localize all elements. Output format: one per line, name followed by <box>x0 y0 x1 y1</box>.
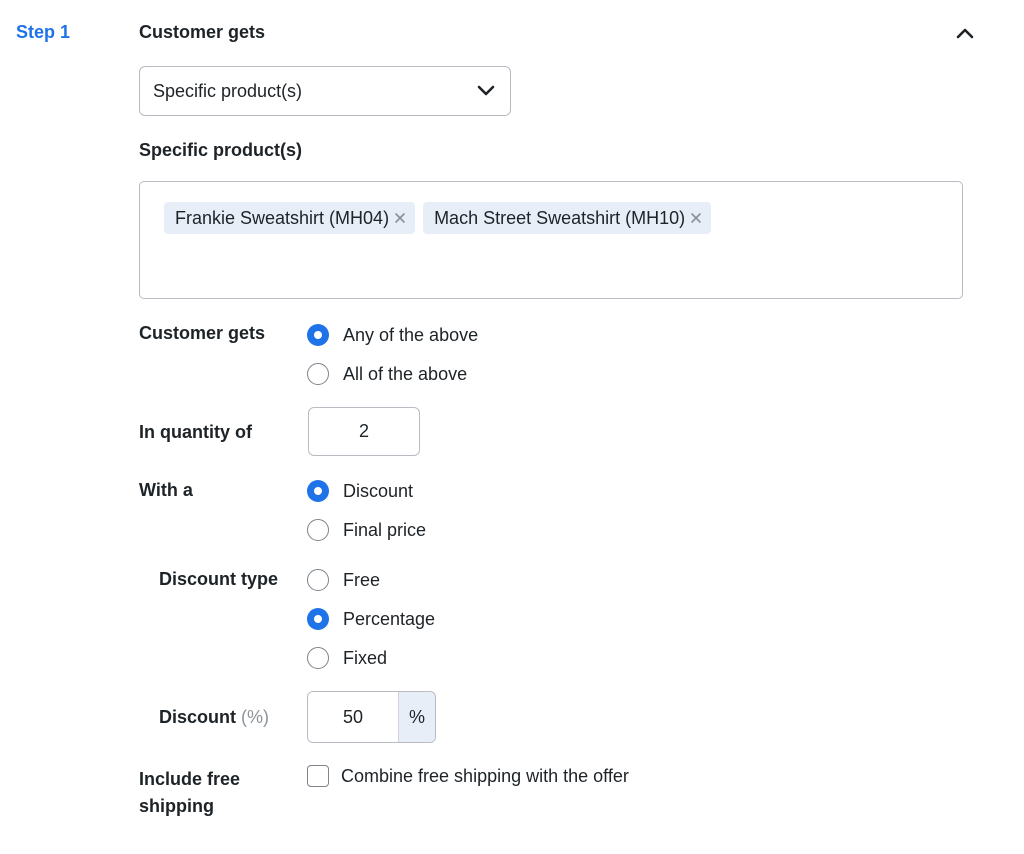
discount-input-group: % <box>307 691 436 743</box>
remove-token-icon[interactable] <box>393 211 407 225</box>
discount-unit-hint: (%) <box>241 707 270 727</box>
free-shipping-label-line2: shipping <box>139 796 214 816</box>
percent-suffix: % <box>398 692 435 742</box>
radio-label: Percentage <box>343 608 436 629</box>
chevron-down-icon <box>477 85 495 96</box>
product-token-label: Frankie Sweatshirt (MH04) <box>175 207 390 228</box>
discount-input[interactable] <box>308 692 398 742</box>
radio-unselected-icon <box>307 363 329 385</box>
radio-percentage[interactable]: Percentage <box>307 608 435 630</box>
radio-free[interactable]: Free <box>307 569 380 591</box>
discount-label: Discount (%) <box>159 707 269 728</box>
free-shipping-checkbox-label: Combine free shipping with the offer <box>341 765 629 786</box>
radio-all-of-the-above[interactable]: All of the above <box>307 363 467 385</box>
step-label: Step 1 <box>16 22 71 42</box>
quantity-input[interactable] <box>308 407 420 456</box>
radio-label: Final price <box>343 519 427 540</box>
section-title: Customer gets <box>139 22 266 42</box>
with-a-label: With a <box>139 480 193 500</box>
product-scope-select[interactable]: Specific product(s) <box>139 66 511 116</box>
checkbox-unchecked-icon <box>307 765 329 787</box>
product-token: Frankie Sweatshirt (MH04) <box>164 202 416 234</box>
product-token-input[interactable]: Frankie Sweatshirt (MH04) Mach Street Sw… <box>139 181 963 299</box>
radio-selected-icon <box>307 324 329 346</box>
radio-any-of-the-above[interactable]: Any of the above <box>307 324 478 346</box>
radio-fixed[interactable]: Fixed <box>307 647 387 669</box>
customer-gets-label: Customer gets <box>139 323 266 343</box>
radio-final-price[interactable]: Final price <box>307 519 426 541</box>
quantity-label: In quantity of <box>139 422 252 442</box>
discount-type-label: Discount type <box>159 569 279 589</box>
radio-selected-icon <box>307 480 329 502</box>
product-token: Mach Street Sweatshirt (MH10) <box>423 202 712 234</box>
radio-unselected-icon <box>307 519 329 541</box>
radio-selected-icon <box>307 608 329 630</box>
radio-label: Fixed <box>343 647 388 668</box>
discount-label-text: Discount <box>159 707 237 727</box>
radio-unselected-icon <box>307 569 329 591</box>
product-scope-select-value: Specific product(s) <box>153 80 303 101</box>
radio-unselected-icon <box>307 647 329 669</box>
radio-label: All of the above <box>343 363 468 384</box>
free-shipping-checkbox[interactable]: Combine free shipping with the offer <box>307 765 629 787</box>
collapse-button[interactable] <box>950 20 980 46</box>
radio-label: Discount <box>343 480 414 501</box>
free-shipping-label: Include free shipping <box>139 766 240 820</box>
radio-discount[interactable]: Discount <box>307 480 413 502</box>
product-token-label: Mach Street Sweatshirt (MH10) <box>434 207 686 228</box>
radio-label: Free <box>343 569 381 590</box>
specific-products-label: Specific product(s) <box>139 140 303 160</box>
chevron-up-icon <box>956 28 974 39</box>
remove-token-icon[interactable] <box>689 211 703 225</box>
free-shipping-label-line1: Include free <box>139 769 241 789</box>
radio-label: Any of the above <box>343 324 479 345</box>
